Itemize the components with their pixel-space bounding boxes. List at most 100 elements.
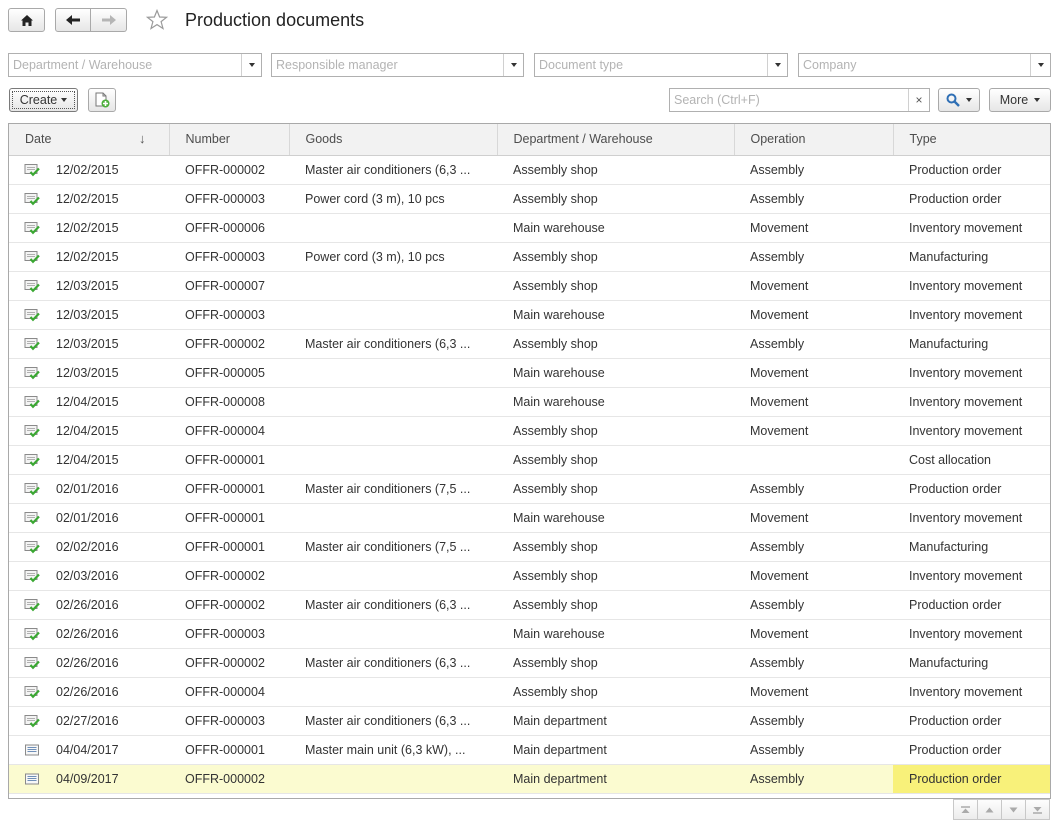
cell-type[interactable]: Manufacturing — [893, 532, 1050, 562]
company-filter[interactable]: Company — [798, 53, 1051, 77]
cell-date[interactable]: 02/02/2016 — [9, 532, 169, 562]
scroll-up-button[interactable] — [977, 799, 1002, 820]
table-row[interactable]: 02/03/2016 OFFR-000002 Assembly shop Moveme… — [9, 561, 1050, 591]
cell-goods[interactable]: Power cord (3 m), 10 pcs — [289, 242, 497, 272]
cell-goods[interactable] — [289, 677, 497, 707]
search-field[interactable]: Search (Ctrl+F) × — [669, 88, 930, 112]
cell-number[interactable]: OFFR-000001 — [169, 503, 289, 533]
cell-type[interactable]: Manufacturing — [893, 329, 1050, 359]
table-row[interactable]: 12/03/2015 OFFR-000002 Master air conditio… — [9, 329, 1050, 359]
cell-department[interactable]: Assembly shop — [497, 271, 734, 301]
cell-type[interactable]: Manufacturing — [893, 648, 1050, 678]
cell-date[interactable]: 02/27/2016 — [9, 706, 169, 736]
more-button[interactable]: More — [989, 88, 1051, 112]
scroll-down-button[interactable] — [1001, 799, 1026, 820]
cell-goods[interactable]: Power cord (3 m), 10 pcs — [289, 184, 497, 214]
cell-number[interactable]: OFFR-000007 — [169, 271, 289, 301]
column-header-date[interactable]: Date ↓ — [9, 124, 170, 156]
cell-type[interactable]: Production order — [893, 735, 1050, 765]
cell-number[interactable]: OFFR-000002 — [169, 590, 289, 620]
table-row[interactable]: 04/04/2017 OFFR-000001 Master main unit (6… — [9, 735, 1050, 765]
cell-department[interactable]: Assembly shop — [497, 474, 734, 504]
cell-goods[interactable]: Master air conditioners (6,3 ... — [289, 155, 497, 185]
cell-date[interactable]: 02/26/2016 — [9, 648, 169, 678]
cell-number[interactable]: OFFR-000003 — [169, 706, 289, 736]
cell-date[interactable]: 04/04/2017 — [9, 735, 169, 765]
table-row[interactable]: 02/01/2016 OFFR-000001 Main warehouse Movem… — [9, 503, 1050, 533]
cell-operation[interactable]: Assembly — [734, 706, 893, 736]
cell-number[interactable]: OFFR-000001 — [169, 474, 289, 504]
cell-type[interactable]: Production order — [893, 764, 1050, 794]
table-row[interactable]: 12/02/2015 OFFR-000002 Master air conditio… — [9, 155, 1050, 185]
table-row[interactable]: 02/27/2016 OFFR-000003 Master air conditio… — [9, 706, 1050, 736]
clear-search-button[interactable]: × — [908, 89, 929, 111]
cell-number[interactable]: OFFR-000008 — [169, 387, 289, 417]
cell-department[interactable]: Assembly shop — [497, 242, 734, 272]
cell-number[interactable]: OFFR-000003 — [169, 184, 289, 214]
cell-number[interactable]: OFFR-000002 — [169, 648, 289, 678]
cell-operation[interactable]: Assembly — [734, 648, 893, 678]
cell-department[interactable]: Assembly shop — [497, 561, 734, 591]
cell-department[interactable]: Assembly shop — [497, 648, 734, 678]
cell-type[interactable]: Inventory movement — [893, 358, 1050, 388]
cell-number[interactable]: OFFR-000003 — [169, 300, 289, 330]
table-row[interactable]: 12/04/2015 OFFR-000004 Assembly shop Moveme… — [9, 416, 1050, 446]
cell-date[interactable]: 12/02/2015 — [9, 184, 169, 214]
cell-date[interactable]: 02/26/2016 — [9, 619, 169, 649]
cell-goods[interactable] — [289, 503, 497, 533]
cell-department[interactable]: Main department — [497, 706, 734, 736]
cell-date[interactable]: 12/02/2015 — [9, 213, 169, 243]
create-button[interactable]: Create — [9, 88, 78, 112]
column-header-department[interactable]: Department / Warehouse — [497, 124, 735, 156]
cell-goods[interactable]: Master air conditioners (6,3 ... — [289, 329, 497, 359]
cell-goods[interactable] — [289, 387, 497, 417]
cell-goods[interactable] — [289, 619, 497, 649]
cell-operation[interactable]: Assembly — [734, 155, 893, 185]
forward-button[interactable] — [91, 8, 127, 32]
cell-department[interactable]: Assembly shop — [497, 416, 734, 446]
cell-operation[interactable]: Assembly — [734, 590, 893, 620]
cell-operation[interactable]: Assembly — [734, 242, 893, 272]
company-dropdown-button[interactable] — [1030, 54, 1050, 76]
manager-dropdown-button[interactable] — [503, 54, 523, 76]
cell-type[interactable]: Inventory movement — [893, 619, 1050, 649]
cell-date[interactable]: 12/02/2015 — [9, 155, 169, 185]
cell-date[interactable]: 02/26/2016 — [9, 677, 169, 707]
cell-goods[interactable] — [289, 300, 497, 330]
cell-operation[interactable]: Movement — [734, 561, 893, 591]
cell-operation[interactable]: Assembly — [734, 474, 893, 504]
cell-operation[interactable]: Movement — [734, 387, 893, 417]
cell-operation[interactable]: Movement — [734, 271, 893, 301]
cell-type[interactable]: Production order — [893, 184, 1050, 214]
cell-type[interactable]: Manufacturing — [893, 242, 1050, 272]
scroll-to-bottom-button[interactable] — [1025, 799, 1050, 820]
cell-operation[interactable]: Assembly — [734, 735, 893, 765]
cell-date[interactable]: 02/01/2016 — [9, 503, 169, 533]
cell-department[interactable]: Assembly shop — [497, 155, 734, 185]
cell-number[interactable]: OFFR-000003 — [169, 619, 289, 649]
cell-goods[interactable] — [289, 445, 497, 475]
back-button[interactable] — [55, 8, 91, 32]
cell-operation[interactable]: Movement — [734, 213, 893, 243]
add-to-favorites-button[interactable] — [145, 8, 169, 32]
home-button[interactable] — [8, 8, 45, 32]
cell-operation[interactable]: Assembly — [734, 764, 893, 794]
cell-operation[interactable]: Movement — [734, 358, 893, 388]
cell-goods[interactable] — [289, 358, 497, 388]
cell-type[interactable]: Inventory movement — [893, 503, 1050, 533]
table-row[interactable]: 12/03/2015 OFFR-000003 Main warehouse Movem… — [9, 300, 1050, 330]
cell-type[interactable]: Production order — [893, 474, 1050, 504]
cell-number[interactable]: OFFR-000002 — [169, 764, 289, 794]
cell-department[interactable]: Main warehouse — [497, 387, 734, 417]
cell-goods[interactable] — [289, 271, 497, 301]
table-row[interactable]: 12/03/2015 OFFR-000007 Assembly shop Moveme… — [9, 271, 1050, 301]
cell-number[interactable]: OFFR-000002 — [169, 329, 289, 359]
cell-date[interactable]: 12/04/2015 — [9, 416, 169, 446]
cell-goods[interactable]: Master air conditioners (7,5 ... — [289, 474, 497, 504]
cell-goods[interactable]: Master air conditioners (7,5 ... — [289, 532, 497, 562]
cell-department[interactable]: Assembly shop — [497, 677, 734, 707]
cell-date[interactable]: 12/04/2015 — [9, 445, 169, 475]
cell-goods[interactable]: Master air conditioners (6,3 ... — [289, 590, 497, 620]
cell-goods[interactable] — [289, 561, 497, 591]
cell-number[interactable]: OFFR-000006 — [169, 213, 289, 243]
